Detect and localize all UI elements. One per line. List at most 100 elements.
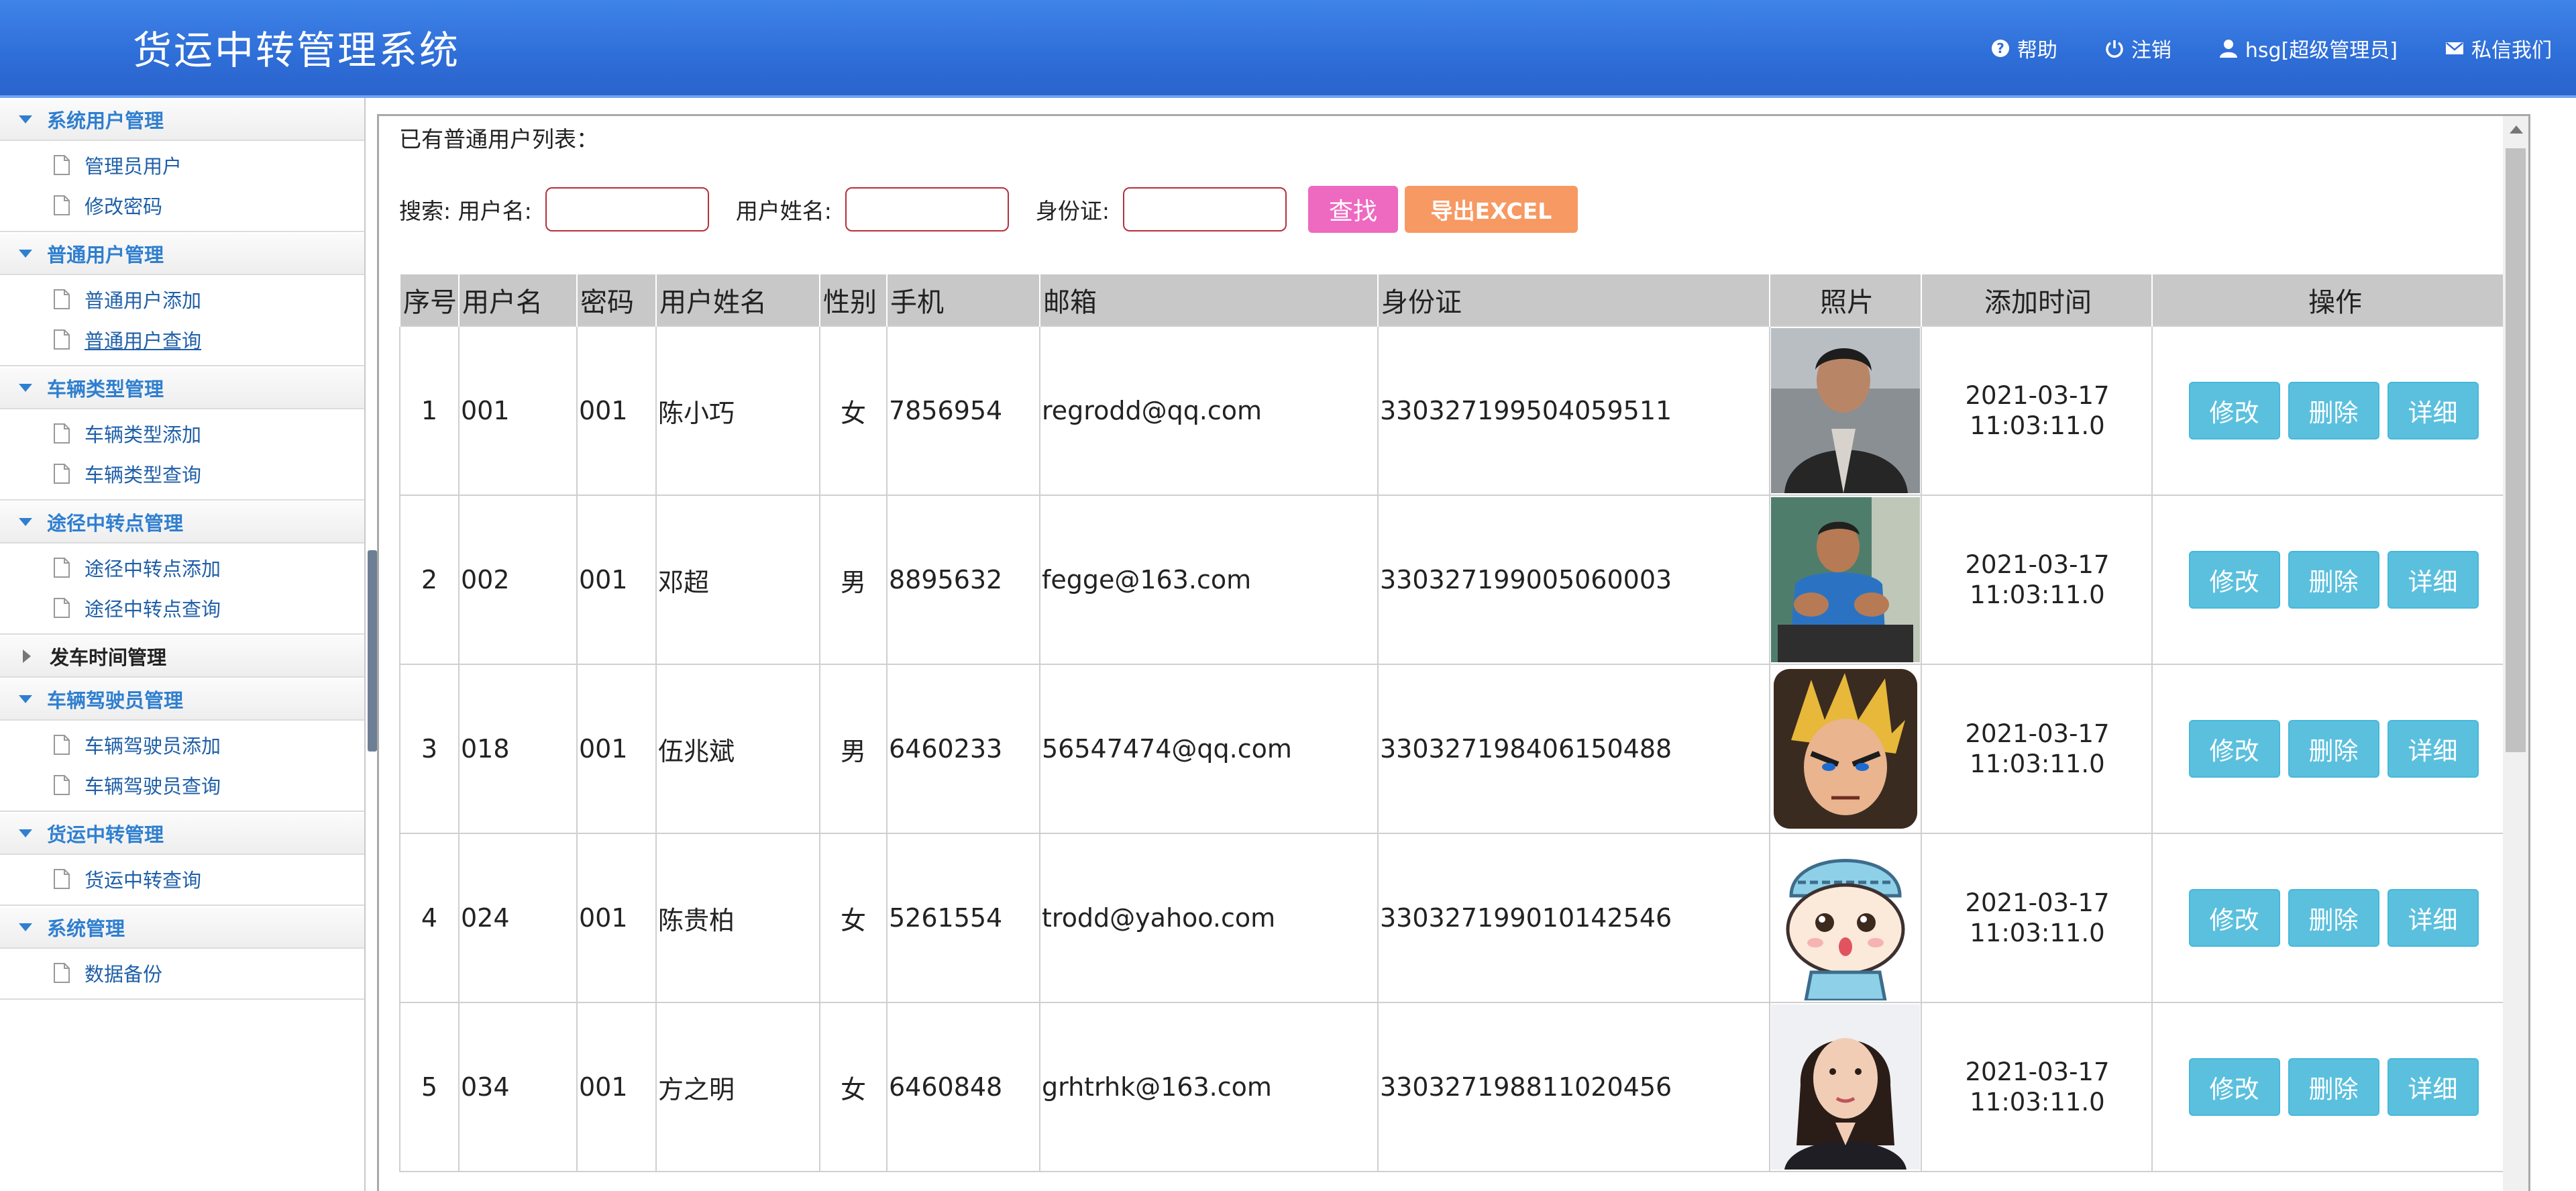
cell-name: 邓超 bbox=[655, 495, 820, 665]
help-link[interactable]: ? 帮助 bbox=[1990, 34, 2057, 63]
mail-icon bbox=[2446, 42, 2463, 54]
sidebar-group-system-users[interactable]: 系统用户管理 bbox=[0, 98, 364, 141]
sidebar-item-query-driver[interactable]: 车辆驾驶员查询 bbox=[0, 765, 364, 805]
current-user-link[interactable]: hsg[超级管理员] bbox=[2218, 34, 2398, 63]
cell-photo bbox=[1769, 833, 1922, 1003]
name-search-input[interactable] bbox=[845, 187, 1009, 231]
cell-username: 018 bbox=[458, 664, 578, 834]
search-bar: 搜索: 用户名: 用户姓名: 身份证: 查找 导出EXCEL bbox=[399, 186, 1578, 233]
search-name-label: 用户姓名: bbox=[735, 198, 832, 224]
sidebar-item-query-transfer-point[interactable]: 途径中转点查询 bbox=[0, 588, 364, 628]
sidebar-item-data-backup[interactable]: 数据备份 bbox=[0, 953, 364, 993]
cell-name: 陈贵柏 bbox=[655, 833, 820, 1003]
expand-arrow-icon bbox=[19, 518, 32, 526]
time-date: 2021-03-17 bbox=[1965, 719, 2110, 748]
contact-link[interactable]: 私信我们 bbox=[2445, 34, 2552, 63]
detail-button[interactable]: 详细 bbox=[2387, 1058, 2479, 1116]
col-header-username: 用户名 bbox=[458, 274, 577, 326]
delete-button[interactable]: 删除 bbox=[2288, 382, 2379, 439]
sidebar-group-transfer-points[interactable]: 途径中转点管理 bbox=[0, 501, 364, 543]
cell-phone: 7856954 bbox=[886, 325, 1040, 496]
sidebar-item-label: 管理员用户 bbox=[85, 155, 182, 178]
delete-button[interactable]: 删除 bbox=[2288, 889, 2379, 947]
cell-phone: 8895632 bbox=[886, 495, 1040, 665]
document-icon bbox=[54, 963, 70, 983]
sidebar-item-query-user[interactable]: 普通用户查询 bbox=[0, 319, 364, 360]
export-excel-button[interactable]: 导出EXCEL bbox=[1404, 186, 1578, 233]
sidebar-group-departure-time[interactable]: 发车时间管理 bbox=[0, 635, 364, 678]
sidebar-item-admin-users[interactable]: 管理员用户 bbox=[0, 145, 364, 185]
sidebar-resize-handle[interactable] bbox=[368, 550, 377, 752]
sidebar-item-label: 数据备份 bbox=[85, 963, 163, 986]
sidebar-item-label: 车辆类型查询 bbox=[85, 464, 202, 486]
time-date: 2021-03-17 bbox=[1965, 381, 2110, 410]
sidebar-item-add-driver[interactable]: 车辆驾驶员添加 bbox=[0, 725, 364, 765]
sidebar-item-add-transfer-point[interactable]: 途径中转点添加 bbox=[0, 548, 364, 588]
col-header-phone: 手机 bbox=[886, 274, 1040, 326]
sidebar-item-query-freight[interactable]: 货运中转查询 bbox=[0, 859, 364, 899]
sidebar-item-label: 车辆类型添加 bbox=[85, 423, 202, 446]
sidebar-group-label: 途径中转点管理 bbox=[47, 512, 184, 535]
cell-no: 3 bbox=[399, 664, 460, 834]
table-row: 4 024 001 陈贵柏 女 5261554 trodd@yahoo.com … bbox=[399, 833, 2516, 1003]
user-icon bbox=[2219, 40, 2237, 58]
table-row: 1 001 001 陈小巧 女 7856954 regrodd@qq.com 3… bbox=[399, 325, 2516, 496]
delete-button[interactable]: 删除 bbox=[2288, 720, 2379, 778]
sidebar-item-add-vehicle-type[interactable]: 车辆类型添加 bbox=[0, 413, 364, 454]
vertical-scrollbar[interactable] bbox=[2503, 116, 2528, 1191]
col-header-email: 邮箱 bbox=[1039, 274, 1378, 326]
cell-email: regrodd@qq.com bbox=[1039, 325, 1379, 496]
cell-email: 56547474@qq.com bbox=[1039, 664, 1379, 834]
find-button[interactable]: 查找 bbox=[1307, 186, 1398, 233]
main-content: 已有普通用户列表： 搜索: 用户名: 用户姓名: 身份证: 查找 导出EXCEL… bbox=[377, 114, 2530, 1191]
cell-email: grhtrhk@163.com bbox=[1039, 1002, 1379, 1172]
sidebar-item-query-vehicle-type[interactable]: 车辆类型查询 bbox=[0, 454, 364, 494]
cell-no: 2 bbox=[399, 495, 460, 665]
detail-button[interactable]: 详细 bbox=[2387, 889, 2479, 947]
username-search-input[interactable] bbox=[545, 187, 709, 231]
time-date: 2021-03-17 bbox=[1965, 1057, 2110, 1086]
document-icon bbox=[54, 329, 70, 350]
time-clock: 11:03:11.0 bbox=[1970, 1088, 2105, 1117]
cell-username: 034 bbox=[458, 1002, 578, 1172]
scroll-up-arrow-icon[interactable] bbox=[2510, 125, 2523, 134]
delete-button[interactable]: 删除 bbox=[2288, 1058, 2379, 1116]
detail-button[interactable]: 详细 bbox=[2387, 720, 2479, 778]
sidebar-group-freight-transfer[interactable]: 货运中转管理 bbox=[0, 812, 364, 855]
sidebar-item-change-password[interactable]: 修改密码 bbox=[0, 185, 364, 225]
edit-button[interactable]: 修改 bbox=[2188, 1058, 2280, 1116]
col-header-name: 用户姓名 bbox=[655, 274, 820, 326]
edit-button[interactable]: 修改 bbox=[2188, 382, 2280, 439]
time-date: 2021-03-17 bbox=[1965, 550, 2110, 579]
sidebar-item-label: 修改密码 bbox=[85, 195, 163, 218]
edit-button[interactable]: 修改 bbox=[2188, 551, 2280, 609]
document-icon bbox=[54, 464, 70, 484]
document-icon bbox=[54, 735, 70, 755]
detail-button[interactable]: 详细 bbox=[2387, 551, 2479, 609]
detail-button[interactable]: 详细 bbox=[2387, 382, 2479, 439]
sidebar-group-normal-users[interactable]: 普通用户管理 bbox=[0, 232, 364, 275]
sidebar-group-label: 货运中转管理 bbox=[47, 823, 164, 846]
cell-email: fegge@163.com bbox=[1039, 495, 1379, 665]
logout-link[interactable]: 注销 bbox=[2104, 34, 2171, 63]
sidebar-group-system[interactable]: 系统管理 bbox=[0, 906, 364, 949]
document-icon bbox=[54, 289, 70, 309]
col-header-time: 添加时间 bbox=[1921, 274, 2152, 326]
scrollbar-thumb[interactable] bbox=[2506, 148, 2526, 752]
time-clock: 11:03:11.0 bbox=[1970, 919, 2105, 947]
idcard-search-input[interactable] bbox=[1122, 187, 1287, 231]
cell-photo bbox=[1769, 1002, 1922, 1172]
delete-button[interactable]: 删除 bbox=[2288, 551, 2379, 609]
edit-button[interactable]: 修改 bbox=[2188, 720, 2280, 778]
search-username-label: 搜索: 用户名: bbox=[399, 198, 532, 224]
help-icon: ? bbox=[1991, 40, 2009, 57]
cell-no: 1 bbox=[399, 325, 460, 496]
cell-time: 2021-03-17 11:03:11.0 bbox=[1921, 833, 2153, 1003]
expand-arrow-icon bbox=[19, 923, 32, 931]
sidebar-item-add-user[interactable]: 普通用户添加 bbox=[0, 279, 364, 319]
contact-label: 私信我们 bbox=[2471, 39, 2552, 62]
edit-button[interactable]: 修改 bbox=[2188, 889, 2280, 947]
sidebar-group-vehicle-types[interactable]: 车辆类型管理 bbox=[0, 366, 364, 409]
sidebar-group-drivers[interactable]: 车辆驾驶员管理 bbox=[0, 678, 364, 721]
sidebar-group-label: 车辆类型管理 bbox=[47, 378, 164, 401]
